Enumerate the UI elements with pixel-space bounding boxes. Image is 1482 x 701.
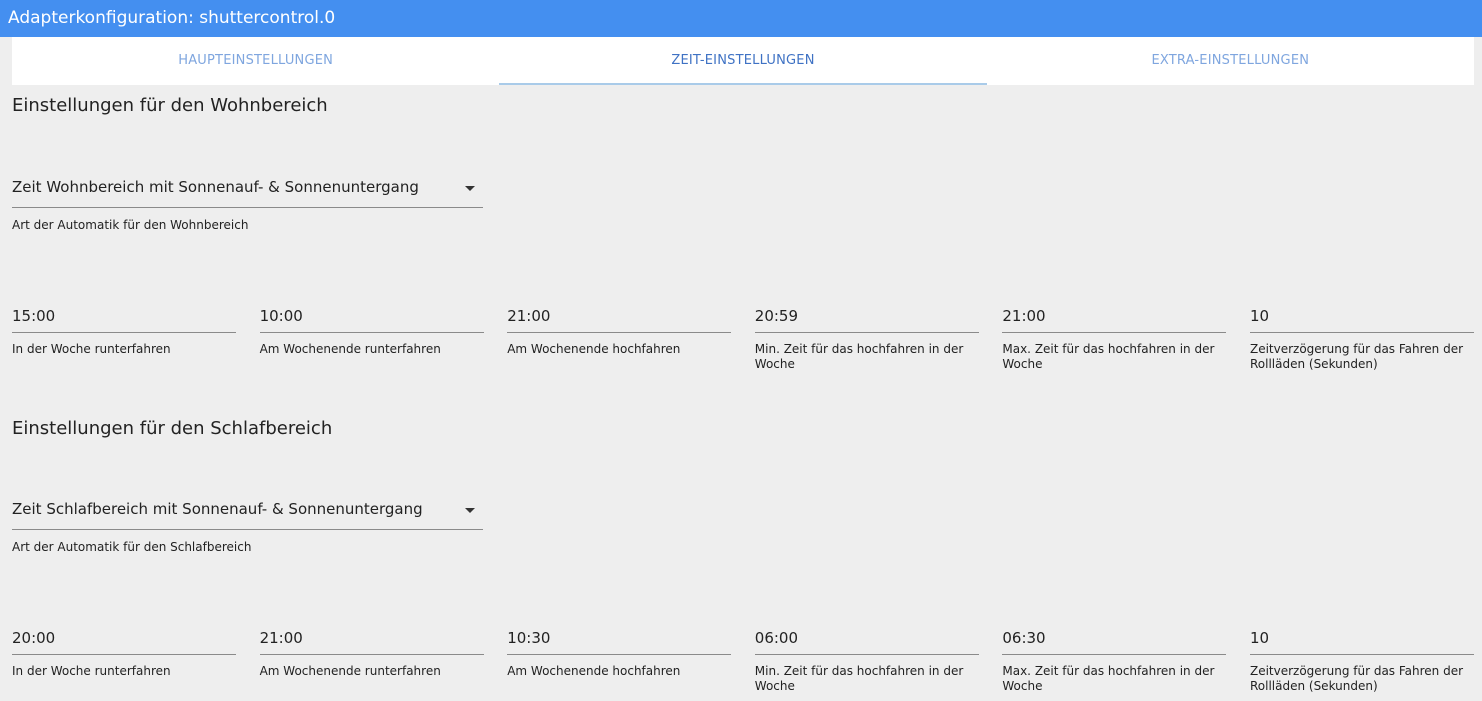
input-wohn-min-week-up[interactable] <box>754 299 979 333</box>
field-wohn-min-week-up: Min. Zeit für das hochfahren in der Woch… <box>754 299 979 372</box>
label-schlaf-weekend-up: Am Wochenende hochfahren <box>507 664 681 678</box>
field-schlaf-weekend-up: Am Wochenende hochfahren <box>507 621 732 694</box>
field-schlaf-weekend-down: Am Wochenende runterfahren <box>259 621 484 694</box>
input-schlaf-max-week-up[interactable] <box>1002 621 1227 655</box>
wohnbereich-mode-select[interactable]: Zeit Wohnbereich mit Sonnenauf- & Sonnen… <box>12 174 483 208</box>
field-wohn-delay: Zeitverzögerung für das Fahren der Rolll… <box>1249 299 1474 372</box>
input-schlaf-week-down[interactable] <box>12 621 236 655</box>
tab-zeit-einstellungen[interactable]: ZEIT-EINSTELLUNGEN <box>499 37 987 85</box>
section-title-wohnbereich: Einstellungen für den Wohnbereich <box>12 95 328 116</box>
tab-extra-einstellungen[interactable]: EXTRA-EINSTELLUNGEN <box>987 37 1474 85</box>
input-schlaf-min-week-up[interactable] <box>754 621 979 655</box>
input-wohn-max-week-up[interactable] <box>1002 299 1227 333</box>
caret-down-icon[interactable] <box>465 186 475 191</box>
label-schlaf-delay: Zeitverzögerung für das Fahren der Rolll… <box>1249 664 1464 693</box>
label-wohn-max-week-up: Max. Zeit für das hochfahren in der Woch… <box>1002 342 1215 371</box>
field-wohn-week-down: In der Woche runterfahren <box>12 299 236 372</box>
field-wohn-weekend-down: Am Wochenende runterfahren <box>259 299 484 372</box>
field-schlaf-delay: Zeitverzögerung für das Fahren der Rolll… <box>1249 621 1474 694</box>
section-title-schlafbereich: Einstellungen für den Schlafbereich <box>12 418 333 439</box>
wohnbereich-mode-value: Zeit Wohnbereich mit Sonnenauf- & Sonnen… <box>12 178 419 196</box>
label-wohn-weekend-down: Am Wochenende runterfahren <box>259 342 441 356</box>
field-wohn-weekend-up: Am Wochenende hochfahren <box>507 299 732 372</box>
input-schlaf-weekend-up[interactable] <box>507 621 732 655</box>
label-schlaf-week-down: In der Woche runterfahren <box>12 664 171 678</box>
tab-haupteinstellungen[interactable]: HAUPTEINSTELLUNGEN <box>12 37 499 85</box>
label-wohn-delay: Zeitverzögerung für das Fahren der Rolll… <box>1249 342 1464 371</box>
label-schlaf-max-week-up: Max. Zeit für das hochfahren in der Woch… <box>1002 664 1215 693</box>
field-wohn-max-week-up: Max. Zeit für das hochfahren in der Woch… <box>1002 299 1227 372</box>
caret-down-icon[interactable] <box>465 508 475 513</box>
wohnbereich-time-fields: In der Woche runterfahren Am Wochenende … <box>12 299 1474 372</box>
field-schlaf-min-week-up: Min. Zeit für das hochfahren in der Woch… <box>754 621 979 694</box>
input-wohn-delay[interactable] <box>1249 299 1474 333</box>
label-wohn-weekend-up: Am Wochenende hochfahren <box>507 342 681 356</box>
schlafbereich-mode-helper: Art der Automatik für den Schlafbereich <box>12 540 252 554</box>
input-wohn-week-down[interactable] <box>12 299 236 333</box>
wohnbereich-mode-helper: Art der Automatik für den Wohnbereich <box>12 218 249 232</box>
label-wohn-min-week-up: Min. Zeit für das hochfahren in der Woch… <box>754 342 964 371</box>
label-schlaf-weekend-down: Am Wochenende runterfahren <box>259 664 441 678</box>
schlafbereich-mode-value: Zeit Schlafbereich mit Sonnenauf- & Sonn… <box>12 500 423 518</box>
schlafbereich-time-fields: In der Woche runterfahren Am Wochenende … <box>12 621 1474 694</box>
tab-bar: HAUPTEINSTELLUNGEN ZEIT-EINSTELLUNGEN EX… <box>12 37 1474 85</box>
input-wohn-weekend-up[interactable] <box>507 299 732 333</box>
schlafbereich-mode-select[interactable]: Zeit Schlafbereich mit Sonnenauf- & Sonn… <box>12 496 483 530</box>
input-wohn-weekend-down[interactable] <box>259 299 484 333</box>
field-schlaf-max-week-up: Max. Zeit für das hochfahren in der Woch… <box>1002 621 1227 694</box>
field-schlaf-week-down: In der Woche runterfahren <box>12 621 236 694</box>
window-title: Adapterkonfiguration: shuttercontrol.0 <box>0 0 1482 37</box>
label-wohn-week-down: In der Woche runterfahren <box>12 342 171 356</box>
input-schlaf-delay[interactable] <box>1249 621 1474 655</box>
label-schlaf-min-week-up: Min. Zeit für das hochfahren in der Woch… <box>754 664 964 693</box>
input-schlaf-weekend-down[interactable] <box>259 621 484 655</box>
